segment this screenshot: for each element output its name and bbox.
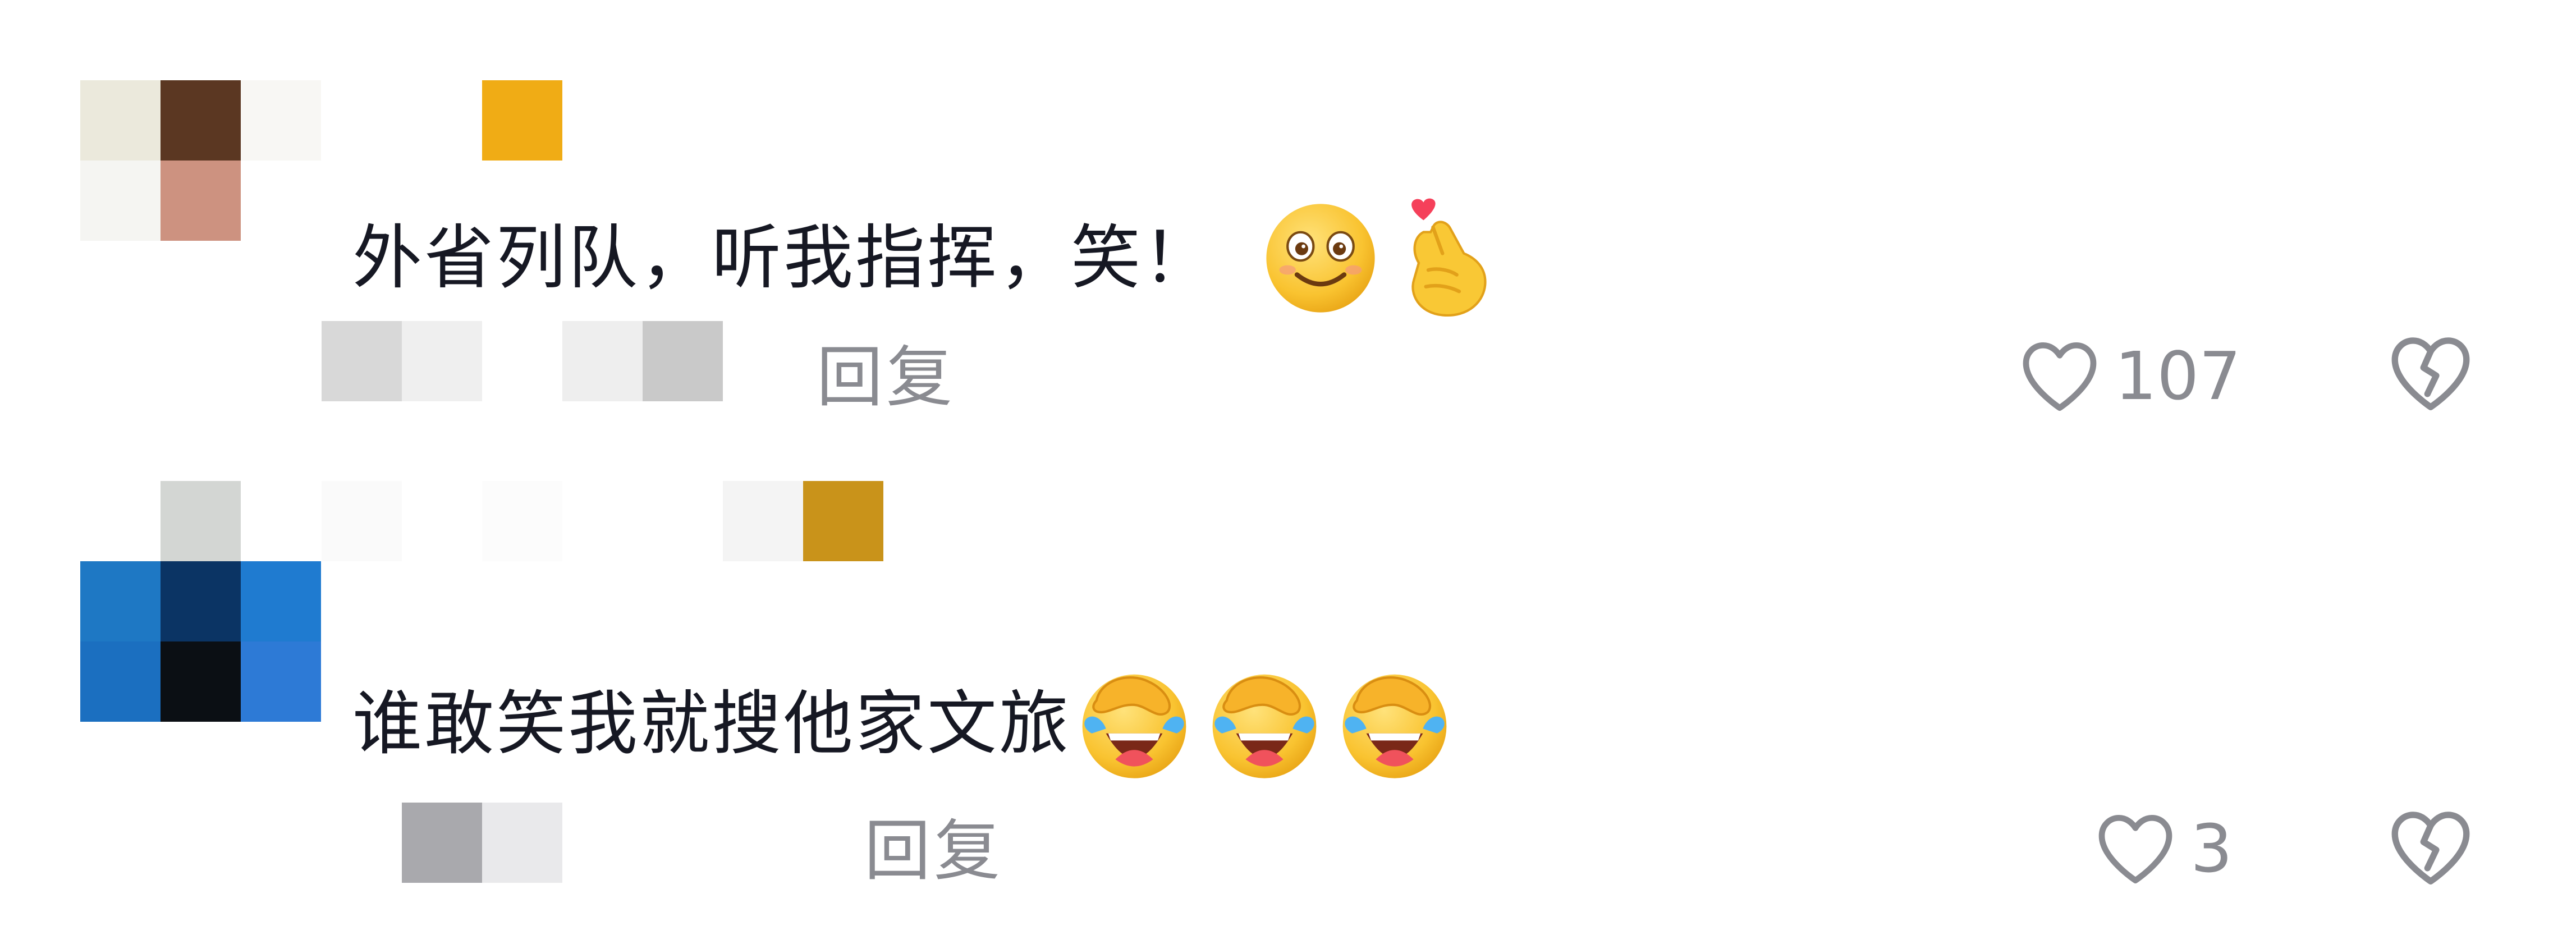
mosaic-cell [402, 321, 482, 401]
mosaic-cell [241, 241, 321, 321]
broken-heart-icon [2391, 812, 2470, 885]
mosaic-cell [723, 481, 803, 561]
facepalm-laugh-icon [1206, 665, 1323, 783]
mosaic-cell [241, 161, 321, 241]
mosaic-cell [80, 80, 161, 161]
facepalm-laugh-icon [1336, 665, 1454, 783]
avatar[interactable] [80, 80, 322, 322]
comment-list: 外省列队，听我指挥，笑！ 回复 107 谁敢笑我就搜他家文旅 回复 3 [0, 0, 2576, 944]
mosaic-cell [402, 80, 482, 161]
comment-meta-redacted [322, 321, 723, 401]
mosaic-cell [482, 321, 562, 401]
comment-text: 谁敢笑我就搜他家文旅 [352, 684, 1071, 764]
mosaic-cell [80, 561, 161, 641]
mosaic-cell [80, 161, 161, 241]
mosaic-cell [322, 321, 402, 401]
mosaic-cell [161, 481, 241, 561]
like-button[interactable]: 107 [2015, 331, 2241, 421]
mosaic-cell [803, 481, 883, 561]
mosaic-cell [241, 80, 321, 161]
mosaic-cell [241, 561, 321, 641]
dislike-button[interactable] [2383, 326, 2478, 421]
comment-meta-redacted [322, 803, 562, 883]
mosaic-cell [161, 241, 241, 321]
reply-button[interactable]: 回复 [817, 338, 956, 416]
avatar[interactable] [80, 481, 322, 722]
mosaic-cell [241, 641, 321, 722]
mosaic-cell [643, 321, 723, 401]
comment-body: 外省列队，听我指挥，笑！ [352, 196, 1497, 320]
dislike-button[interactable] [2383, 800, 2478, 895]
reply-button[interactable]: 回复 [864, 812, 1003, 890]
facepalm-laugh-icon [1075, 665, 1193, 783]
mosaic-cell [562, 481, 643, 561]
mosaic-cell [482, 481, 562, 561]
mosaic-cell [80, 241, 161, 321]
username-redacted[interactable] [322, 80, 562, 161]
like-count: 3 [2190, 810, 2233, 887]
mosaic-cell [161, 80, 241, 161]
mosaic-cell [161, 561, 241, 641]
heart-outline-icon [2023, 342, 2097, 411]
mosaic-cell [643, 481, 723, 561]
like-button[interactable]: 3 [2091, 804, 2233, 893]
like-count: 107 [2115, 337, 2242, 415]
mosaic-cell [322, 80, 402, 161]
comment-text: 外省列队，听我指挥，笑！ [352, 218, 1215, 299]
mosaic-cell [241, 481, 321, 561]
mosaic-cell [161, 161, 241, 241]
mosaic-cell [482, 80, 562, 161]
smiling-face-icon [1262, 199, 1379, 317]
finger-heart-icon [1402, 196, 1497, 320]
mosaic-cell [402, 803, 482, 883]
username-redacted[interactable] [322, 481, 883, 561]
broken-heart-icon [2391, 337, 2470, 410]
mosaic-cell [322, 803, 402, 883]
mosaic-cell [80, 641, 161, 722]
comment-body: 谁敢笑我就搜他家文旅 [352, 665, 1454, 783]
heart-outline-icon [2098, 815, 2172, 883]
mosaic-cell [161, 641, 241, 722]
mosaic-cell [482, 803, 562, 883]
mosaic-cell [562, 321, 643, 401]
mosaic-cell [322, 481, 402, 561]
mosaic-cell [80, 481, 161, 561]
mosaic-cell [402, 481, 482, 561]
